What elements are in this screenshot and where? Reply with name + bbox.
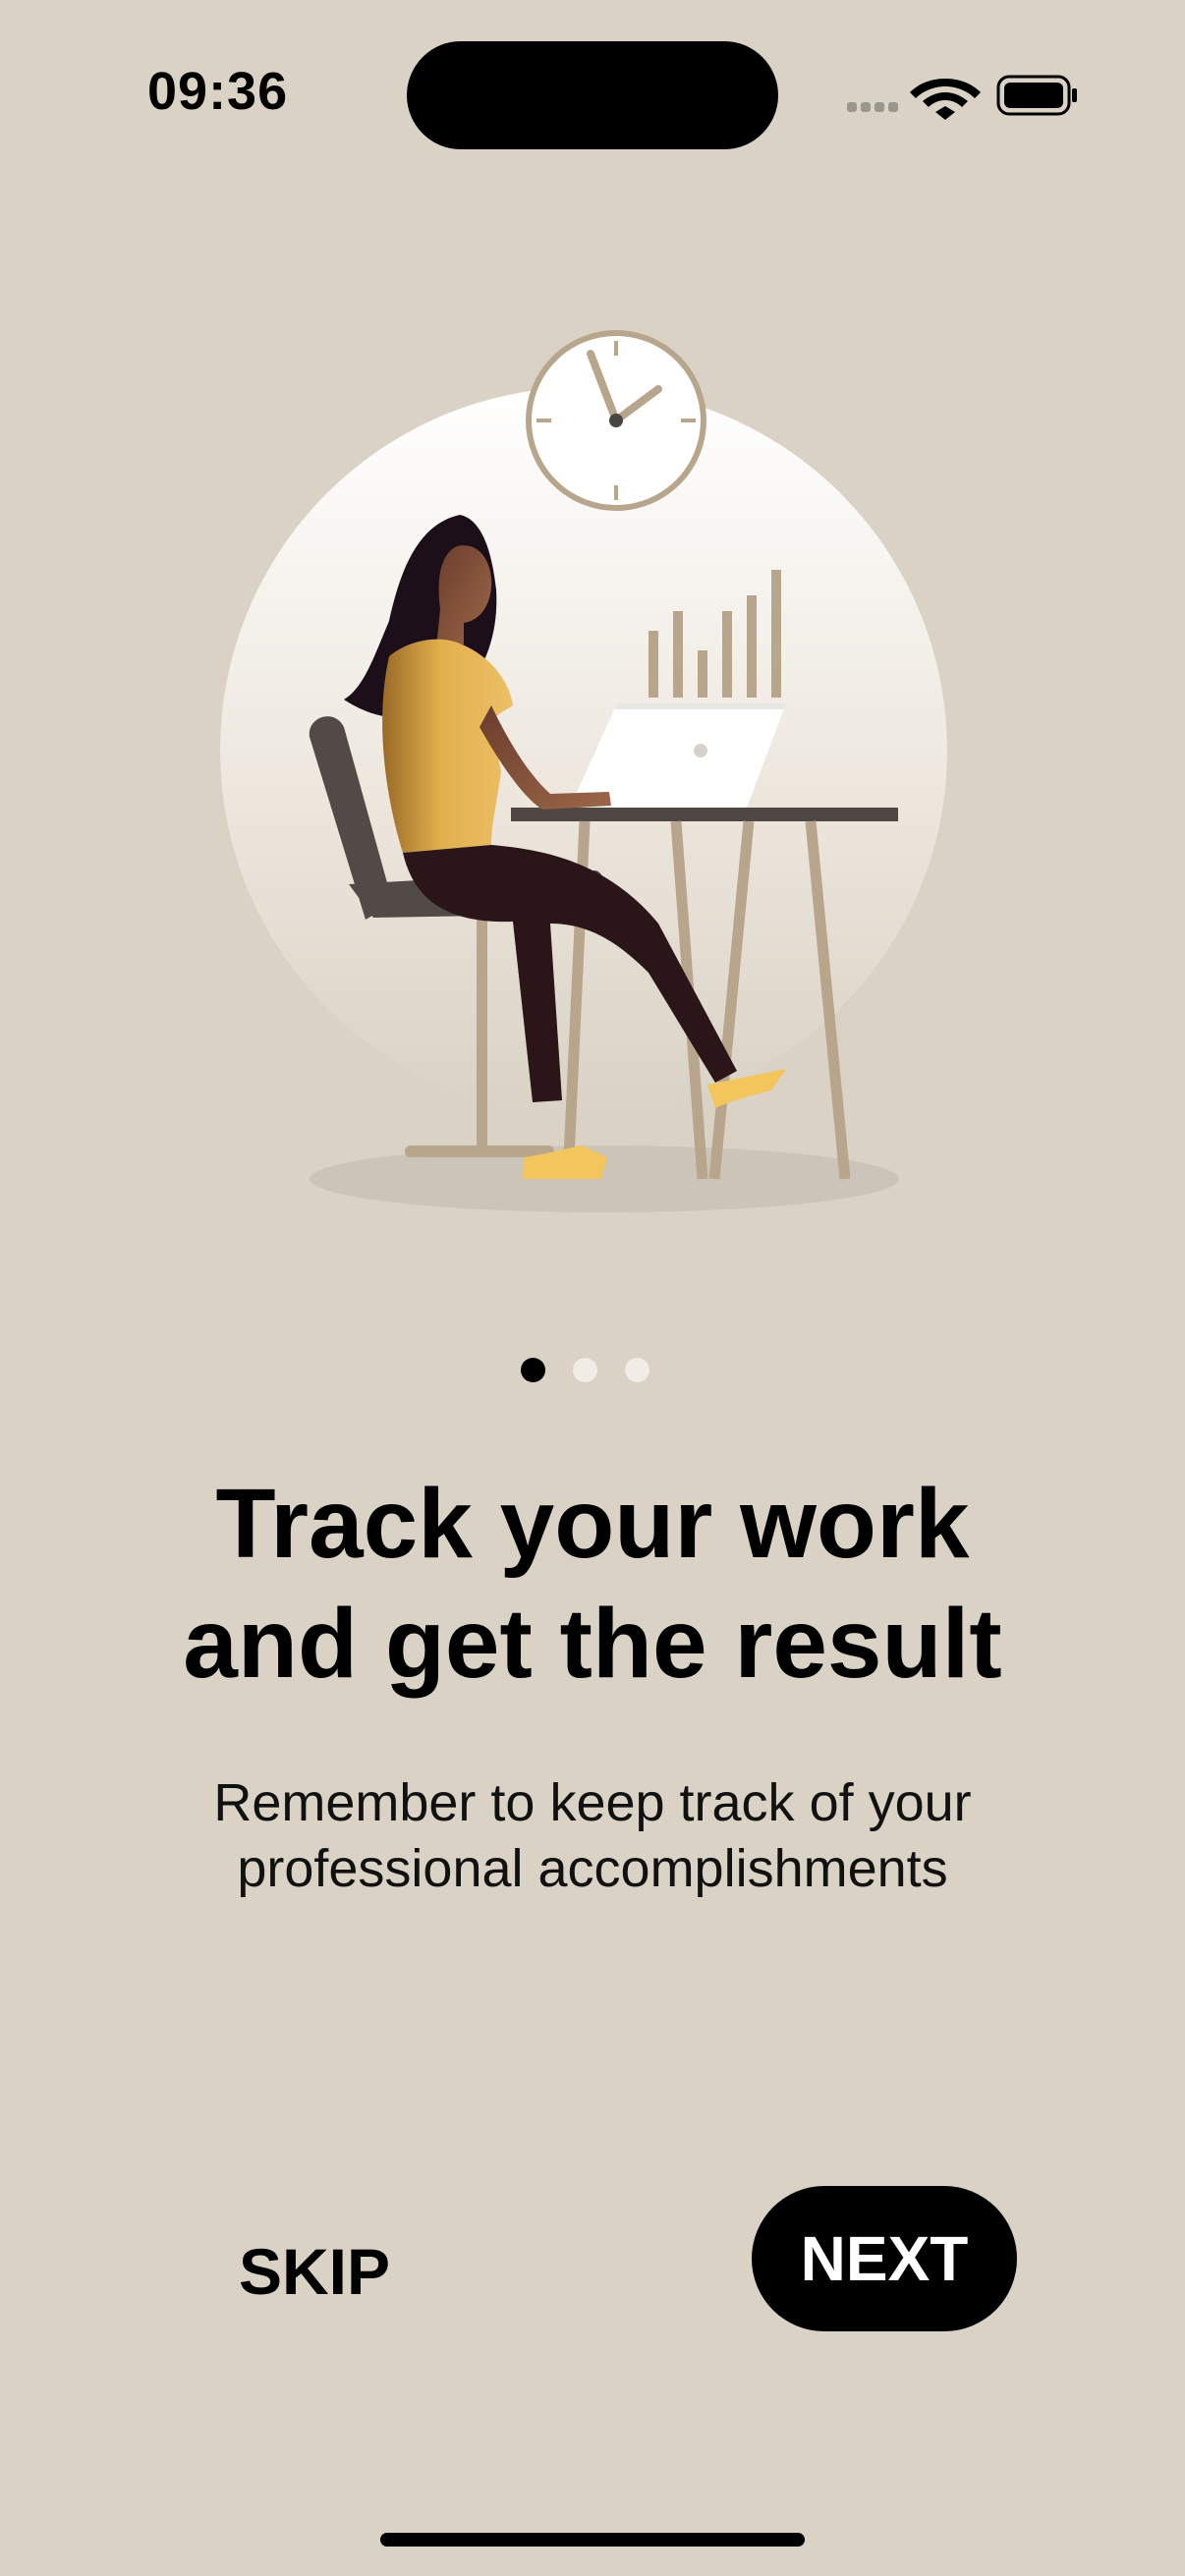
clock-icon [526, 330, 706, 511]
floor-shadow [310, 1146, 899, 1212]
next-button[interactable]: NEXT [752, 2186, 1017, 2331]
onboarding-headline: Track your work and get the result [59, 1464, 1126, 1704]
wifi-icon [910, 79, 981, 120]
dynamic-island [407, 41, 778, 149]
headline-line-2: and get the result [183, 1589, 1002, 1699]
headline-line-1: Track your work [215, 1469, 970, 1579]
page-dot-1[interactable] [521, 1358, 545, 1382]
woman-working-at-laptop-illustration [220, 330, 947, 1212]
subtitle-line-2: professional accomplishments [237, 1839, 948, 1898]
page-dot-2[interactable] [573, 1358, 597, 1382]
onboarding-subtitle: Remember to keep track of your professio… [98, 1770, 1087, 1902]
subtitle-line-1: Remember to keep track of your [213, 1773, 972, 1832]
status-time: 09:36 [147, 62, 289, 121]
battery-icon [996, 75, 1077, 116]
skip-button[interactable]: SKIP [216, 2222, 413, 2321]
home-indicator[interactable] [380, 2533, 805, 2547]
status-icons [847, 75, 1077, 120]
page-indicator[interactable] [511, 1358, 674, 1391]
status-bar: 09:36 [0, 0, 1185, 187]
page-dot-3[interactable] [625, 1358, 649, 1382]
signal-dots-icon [847, 102, 898, 112]
